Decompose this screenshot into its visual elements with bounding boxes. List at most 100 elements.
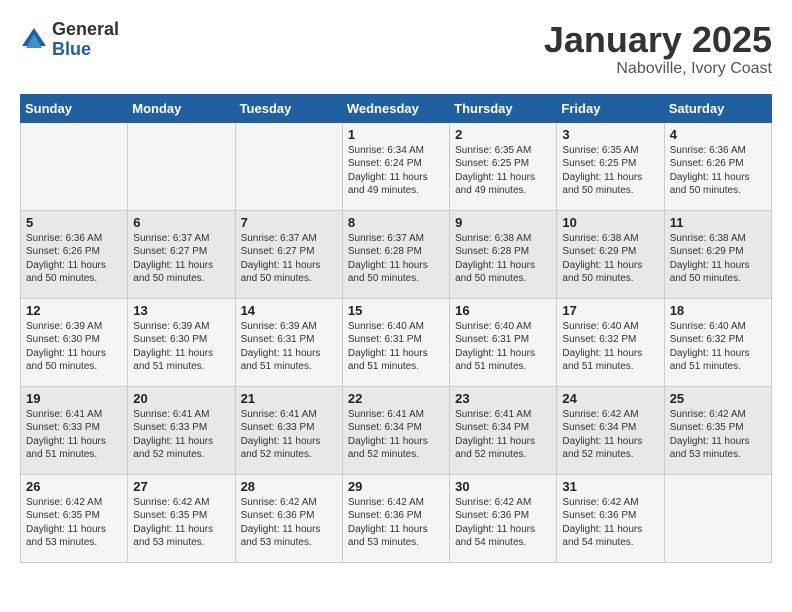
- day-info: Sunrise: 6:42 AM Sunset: 6:36 PM Dayligh…: [241, 496, 337, 550]
- day-info: Sunrise: 6:39 AM Sunset: 6:30 PM Dayligh…: [133, 320, 229, 374]
- day-number: 9: [455, 215, 551, 230]
- calendar-cell: 31 Sunrise: 6:42 AM Sunset: 6:36 PM Dayli…: [557, 474, 664, 562]
- day-info: Sunrise: 6:41 AM Sunset: 6:34 PM Dayligh…: [348, 408, 444, 462]
- day-of-week-header: Friday: [557, 94, 664, 122]
- title-area: January 2025 Naboville, Ivory Coast: [544, 20, 772, 78]
- day-number: 7: [241, 215, 337, 230]
- day-number: 14: [241, 303, 337, 318]
- calendar-week-row: 1 Sunrise: 6:34 AM Sunset: 6:24 PM Daylig…: [21, 122, 772, 210]
- day-number: 24: [562, 391, 658, 406]
- day-number: 31: [562, 479, 658, 494]
- calendar-cell: [21, 122, 128, 210]
- day-info: Sunrise: 6:41 AM Sunset: 6:33 PM Dayligh…: [26, 408, 122, 462]
- calendar-cell: 27 Sunrise: 6:42 AM Sunset: 6:35 PM Dayli…: [128, 474, 235, 562]
- day-number: 5: [26, 215, 122, 230]
- day-number: 21: [241, 391, 337, 406]
- logo-icon: [20, 26, 48, 54]
- logo-blue-text: Blue: [52, 40, 119, 60]
- day-number: 26: [26, 479, 122, 494]
- calendar-cell: 7 Sunrise: 6:37 AM Sunset: 6:27 PM Daylig…: [235, 210, 342, 298]
- page-header: General Blue January 2025 Naboville, Ivo…: [20, 20, 772, 78]
- day-of-week-header: Sunday: [21, 94, 128, 122]
- calendar-cell: 25Sunrise: 6:42 AM Sunset: 6:35 PM Dayli…: [664, 386, 771, 474]
- day-number: 27: [133, 479, 229, 494]
- days-of-week-row: SundayMondayTuesdayWednesdayThursdayFrid…: [21, 94, 772, 122]
- logo-text: General Blue: [52, 20, 119, 60]
- calendar-body: 1 Sunrise: 6:34 AM Sunset: 6:24 PM Daylig…: [21, 122, 772, 562]
- day-info: Sunrise: 6:42 AM Sunset: 6:36 PM Dayligh…: [562, 496, 658, 550]
- day-number: 15: [348, 303, 444, 318]
- calendar-cell: 4 Sunrise: 6:36 AM Sunset: 6:26 PM Daylig…: [664, 122, 771, 210]
- day-info: Sunrise: 6:41 AM Sunset: 6:33 PM Dayligh…: [241, 408, 337, 462]
- day-info: Sunrise: 6:36 AM Sunset: 6:26 PM Dayligh…: [670, 144, 766, 198]
- calendar-week-row: 5 Sunrise: 6:36 AM Sunset: 6:26 PM Daylig…: [21, 210, 772, 298]
- calendar-table: SundayMondayTuesdayWednesdayThursdayFrid…: [20, 94, 772, 563]
- day-number: 18: [670, 303, 766, 318]
- calendar-cell: 29 Sunrise: 6:42 AM Sunset: 6:36 PM Dayli…: [342, 474, 449, 562]
- day-info: Sunrise: 6:41 AM Sunset: 6:34 PM Dayligh…: [455, 408, 551, 462]
- day-number: 28: [241, 479, 337, 494]
- day-info: Sunrise: 6:42 AM Sunset: 6:35 PM Dayligh…: [133, 496, 229, 550]
- day-info: Sunrise: 6:39 AM Sunset: 6:31 PM Dayligh…: [241, 320, 337, 374]
- day-number: 16: [455, 303, 551, 318]
- calendar-cell: 28 Sunrise: 6:42 AM Sunset: 6:36 PM Dayli…: [235, 474, 342, 562]
- day-number: 19: [26, 391, 122, 406]
- day-info: Sunrise: 6:38 AM Sunset: 6:29 PM Dayligh…: [562, 232, 658, 286]
- calendar-cell: 23 Sunrise: 6:41 AM Sunset: 6:34 PM Dayli…: [450, 386, 557, 474]
- calendar-cell: 24 Sunrise: 6:42 AM Sunset: 6:34 PM Dayli…: [557, 386, 664, 474]
- calendar-cell: 5 Sunrise: 6:36 AM Sunset: 6:26 PM Daylig…: [21, 210, 128, 298]
- day-number: 17: [562, 303, 658, 318]
- day-info: Sunrise: 6:34 AM Sunset: 6:24 PM Dayligh…: [348, 144, 444, 198]
- day-info: Sunrise: 6:40 AM Sunset: 6:31 PM Dayligh…: [455, 320, 551, 374]
- calendar-cell: 10Sunrise: 6:38 AM Sunset: 6:29 PM Dayli…: [557, 210, 664, 298]
- calendar-cell: [128, 122, 235, 210]
- calendar-cell: [664, 474, 771, 562]
- day-info: Sunrise: 6:39 AM Sunset: 6:30 PM Dayligh…: [26, 320, 122, 374]
- day-info: Sunrise: 6:42 AM Sunset: 6:34 PM Dayligh…: [562, 408, 658, 462]
- day-info: Sunrise: 6:40 AM Sunset: 6:31 PM Dayligh…: [348, 320, 444, 374]
- calendar-cell: 11 Sunrise: 6:38 AM Sunset: 6:29 PM Dayli…: [664, 210, 771, 298]
- day-number: 6: [133, 215, 229, 230]
- calendar-cell: 12 Sunrise: 6:39 AM Sunset: 6:30 PM Dayli…: [21, 298, 128, 386]
- calendar-cell: 15 Sunrise: 6:40 AM Sunset: 6:31 PM Dayli…: [342, 298, 449, 386]
- calendar-cell: 14 Sunrise: 6:39 AM Sunset: 6:31 PM Dayli…: [235, 298, 342, 386]
- day-of-week-header: Saturday: [664, 94, 771, 122]
- calendar-cell: 9 Sunrise: 6:38 AM Sunset: 6:28 PM Daylig…: [450, 210, 557, 298]
- day-info: Sunrise: 6:37 AM Sunset: 6:27 PM Dayligh…: [241, 232, 337, 286]
- calendar-cell: 6 Sunrise: 6:37 AM Sunset: 6:27 PM Daylig…: [128, 210, 235, 298]
- day-info: Sunrise: 6:38 AM Sunset: 6:28 PM Dayligh…: [455, 232, 551, 286]
- day-number: 23: [455, 391, 551, 406]
- day-info: Sunrise: 6:42 AM Sunset: 6:35 PM Dayligh…: [26, 496, 122, 550]
- day-number: 12: [26, 303, 122, 318]
- calendar-cell: 1 Sunrise: 6:34 AM Sunset: 6:24 PM Daylig…: [342, 122, 449, 210]
- calendar-cell: [235, 122, 342, 210]
- day-info: Sunrise: 6:37 AM Sunset: 6:28 PM Dayligh…: [348, 232, 444, 286]
- calendar-cell: 3Sunrise: 6:35 AM Sunset: 6:25 PM Daylig…: [557, 122, 664, 210]
- day-number: 20: [133, 391, 229, 406]
- day-number: 11: [670, 215, 766, 230]
- calendar-week-row: 26 Sunrise: 6:42 AM Sunset: 6:35 PM Dayli…: [21, 474, 772, 562]
- day-info: Sunrise: 6:42 AM Sunset: 6:36 PM Dayligh…: [348, 496, 444, 550]
- calendar-cell: 30Sunrise: 6:42 AM Sunset: 6:36 PM Dayli…: [450, 474, 557, 562]
- day-number: 3: [562, 127, 658, 142]
- day-number: 29: [348, 479, 444, 494]
- location-subtitle: Naboville, Ivory Coast: [544, 60, 772, 78]
- logo: General Blue: [20, 20, 119, 60]
- day-info: Sunrise: 6:36 AM Sunset: 6:26 PM Dayligh…: [26, 232, 122, 286]
- calendar-week-row: 12 Sunrise: 6:39 AM Sunset: 6:30 PM Dayli…: [21, 298, 772, 386]
- day-info: Sunrise: 6:40 AM Sunset: 6:32 PM Dayligh…: [562, 320, 658, 374]
- day-number: 4: [670, 127, 766, 142]
- day-info: Sunrise: 6:37 AM Sunset: 6:27 PM Dayligh…: [133, 232, 229, 286]
- day-info: Sunrise: 6:41 AM Sunset: 6:33 PM Dayligh…: [133, 408, 229, 462]
- day-number: 30: [455, 479, 551, 494]
- day-info: Sunrise: 6:35 AM Sunset: 6:25 PM Dayligh…: [455, 144, 551, 198]
- calendar-cell: 22 Sunrise: 6:41 AM Sunset: 6:34 PM Dayli…: [342, 386, 449, 474]
- day-info: Sunrise: 6:40 AM Sunset: 6:32 PM Dayligh…: [670, 320, 766, 374]
- day-of-week-header: Wednesday: [342, 94, 449, 122]
- day-info: Sunrise: 6:38 AM Sunset: 6:29 PM Dayligh…: [670, 232, 766, 286]
- day-number: 1: [348, 127, 444, 142]
- logo-general-text: General: [52, 20, 119, 40]
- calendar-cell: 19 Sunrise: 6:41 AM Sunset: 6:33 PM Dayli…: [21, 386, 128, 474]
- calendar-cell: 20 Sunrise: 6:41 AM Sunset: 6:33 PM Dayli…: [128, 386, 235, 474]
- day-number: 22: [348, 391, 444, 406]
